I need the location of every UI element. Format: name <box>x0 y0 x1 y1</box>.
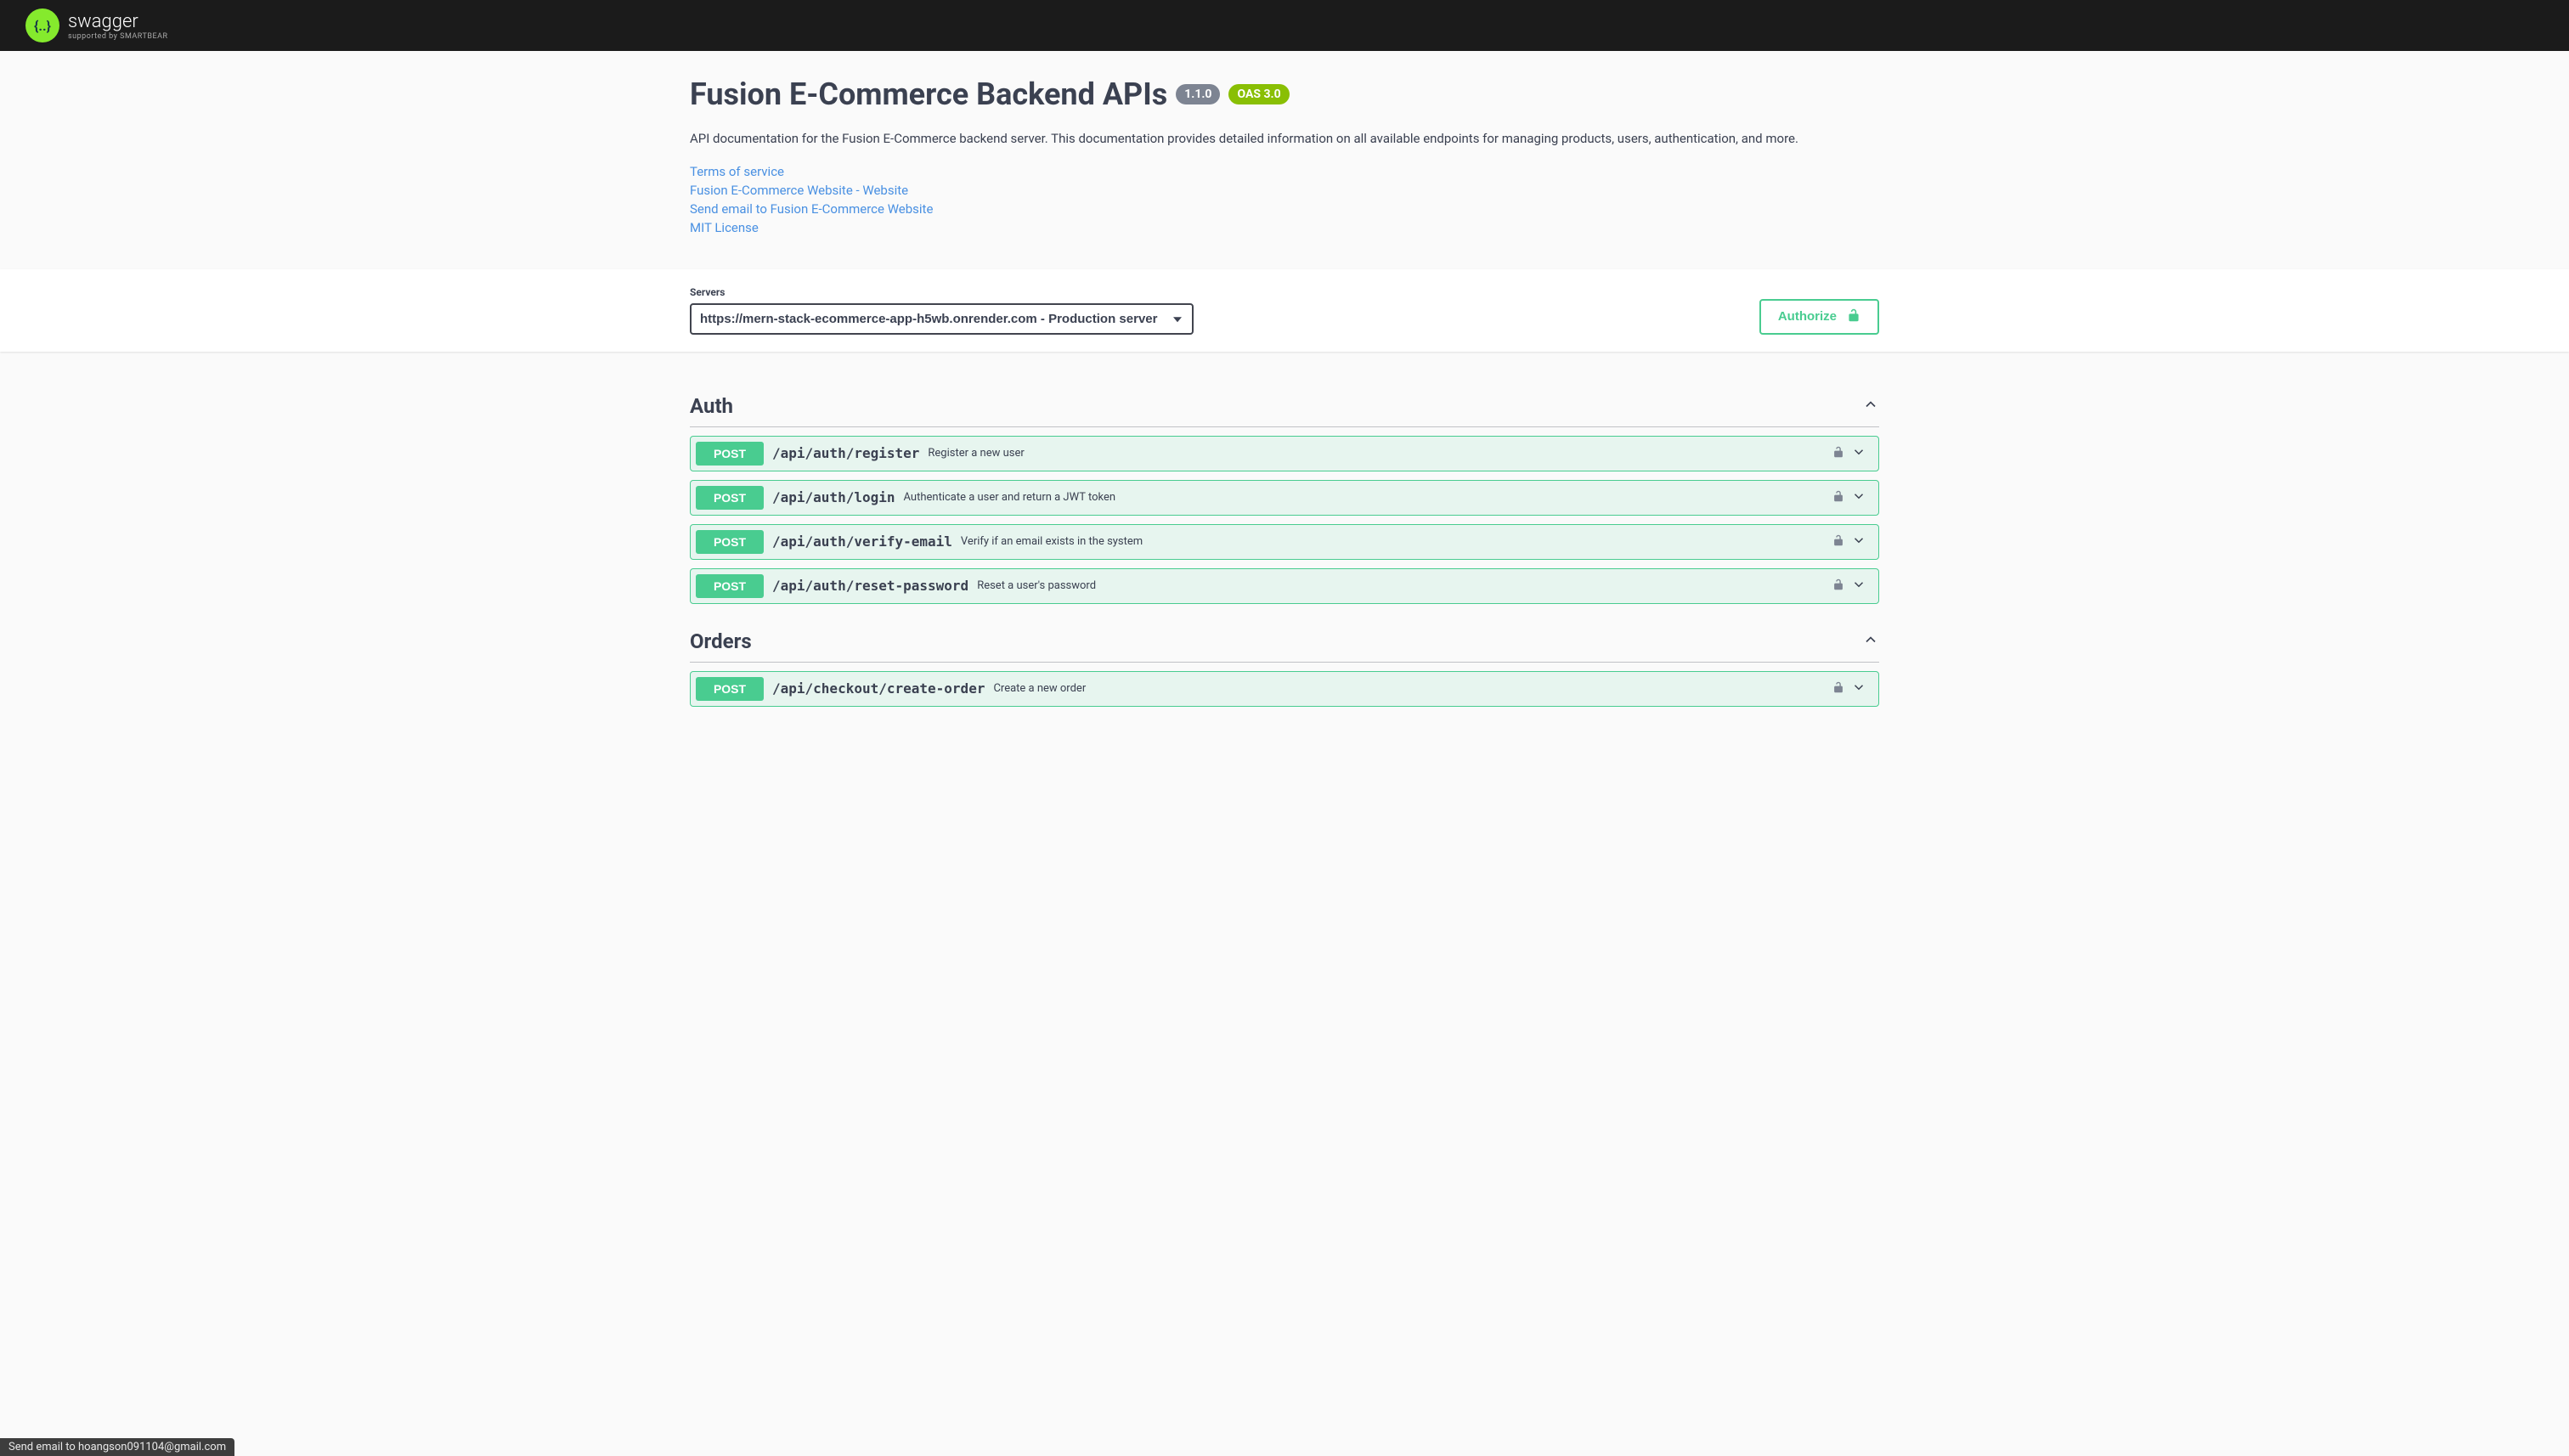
api-title-text: Fusion E-Commerce Backend APIs <box>690 76 1167 112</box>
operation-summary: Authenticate a user and return a JWT tok… <box>904 491 1116 504</box>
tos-link[interactable]: Terms of service <box>690 164 1879 179</box>
chevron-down-icon[interactable] <box>1851 680 1866 698</box>
lock-open-icon <box>1847 308 1860 326</box>
brand-name: swagger <box>68 11 168 32</box>
brand-subtitle: supported by SMARTBEAR <box>68 32 168 41</box>
lock-icon[interactable] <box>1832 489 1844 506</box>
chevron-down-icon[interactable] <box>1851 488 1866 507</box>
tag-name: Auth <box>690 394 733 418</box>
chevron-down-icon[interactable] <box>1851 533 1866 551</box>
tag-header-orders[interactable]: Orders <box>690 621 1879 663</box>
operation-register[interactable]: POST /api/auth/register Register a new u… <box>690 436 1879 471</box>
email-link[interactable]: Send email to Fusion E-Commerce Website <box>690 201 1879 217</box>
authorize-label: Authorize <box>1778 309 1837 324</box>
operations-container: Auth POST /api/auth/register Register a … <box>664 352 1905 741</box>
operation-summary: Reset a user's password <box>977 579 1096 592</box>
authorize-button[interactable]: Authorize <box>1759 299 1879 335</box>
operation-summary: Register a new user <box>928 447 1024 460</box>
chevron-up-icon <box>1862 631 1879 652</box>
operation-path: /api/auth/verify-email <box>772 533 952 550</box>
topbar: {..} swagger supported by SMARTBEAR <box>0 0 2569 51</box>
swagger-icon: {..} <box>25 8 59 42</box>
lock-icon[interactable] <box>1832 680 1844 697</box>
operation-login[interactable]: POST /api/auth/login Authenticate a user… <box>690 480 1879 516</box>
tag-header-auth[interactable]: Auth <box>690 386 1879 427</box>
chevron-up-icon <box>1862 396 1879 416</box>
swagger-logo[interactable]: {..} swagger supported by SMARTBEAR <box>25 8 168 42</box>
website-link[interactable]: Fusion E-Commerce Website - Website <box>690 183 1879 198</box>
api-description: API documentation for the Fusion E-Comme… <box>690 129 1879 149</box>
operation-summary: Create a new order <box>993 682 1086 695</box>
status-text: Send email to hoangson091104@gmail.com <box>8 1441 226 1453</box>
operation-summary: Verify if an email exists in the system <box>961 535 1143 548</box>
scheme-container: Servers https://mern-stack-ecommerce-app… <box>0 269 2569 352</box>
tag-section-auth: Auth POST /api/auth/register Register a … <box>690 386 1879 604</box>
chevron-down-icon[interactable] <box>1851 444 1866 463</box>
method-badge: POST <box>696 486 764 510</box>
info-links: Terms of service Fusion E-Commerce Websi… <box>690 164 1879 235</box>
servers-block: Servers https://mern-stack-ecommerce-app… <box>690 286 1194 335</box>
method-badge: POST <box>696 677 764 701</box>
operation-reset-password[interactable]: POST /api/auth/reset-password Reset a us… <box>690 568 1879 604</box>
operation-path: /api/auth/reset-password <box>772 578 968 594</box>
operation-path: /api/auth/register <box>772 445 919 461</box>
method-badge: POST <box>696 530 764 554</box>
tag-section-orders: Orders POST /api/checkout/create-order C… <box>690 621 1879 707</box>
info-section: Fusion E-Commerce Backend APIs 1.1.0 OAS… <box>664 51 1905 269</box>
lock-icon[interactable] <box>1832 578 1844 595</box>
method-badge: POST <box>696 574 764 598</box>
api-title: Fusion E-Commerce Backend APIs 1.1.0 OAS… <box>690 76 1879 112</box>
operation-verify-email[interactable]: POST /api/auth/verify-email Verify if an… <box>690 524 1879 560</box>
license-link[interactable]: MIT License <box>690 220 1879 235</box>
lock-icon[interactable] <box>1832 533 1844 550</box>
servers-label: Servers <box>690 286 1194 298</box>
status-bar: Send email to hoangson091104@gmail.com <box>0 1438 234 1456</box>
lock-icon[interactable] <box>1832 445 1844 462</box>
operation-create-order[interactable]: POST /api/checkout/create-order Create a… <box>690 671 1879 707</box>
version-badge: 1.1.0 <box>1176 84 1220 104</box>
method-badge: POST <box>696 442 764 466</box>
operation-path: /api/checkout/create-order <box>772 680 985 697</box>
server-select[interactable]: https://mern-stack-ecommerce-app-h5wb.on… <box>690 303 1194 335</box>
tag-name: Orders <box>690 629 752 653</box>
chevron-down-icon[interactable] <box>1851 577 1866 595</box>
operation-path: /api/auth/login <box>772 489 895 505</box>
oas-badge: OAS 3.0 <box>1228 84 1289 104</box>
